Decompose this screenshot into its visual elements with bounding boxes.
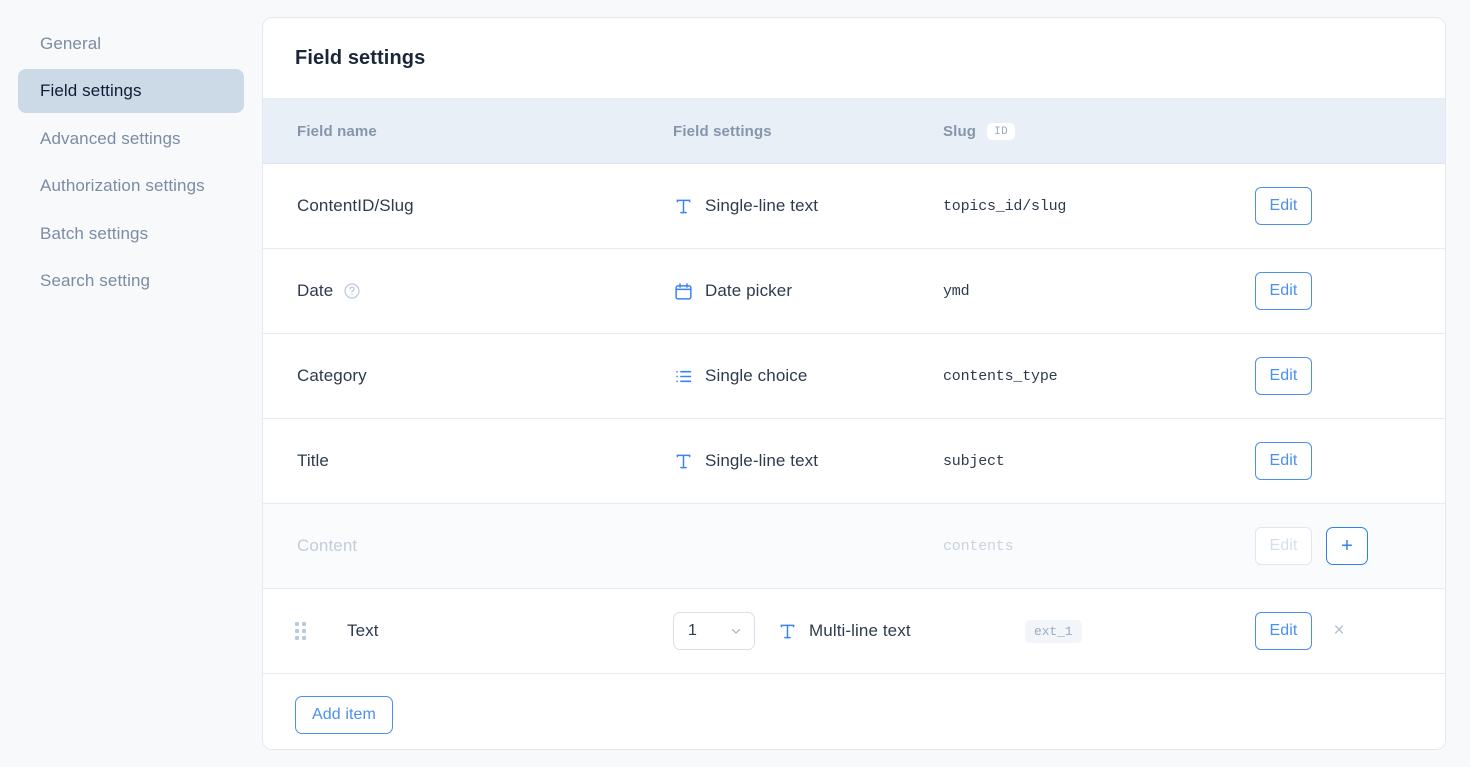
field-name-label: Content [297, 536, 357, 556]
list-icon [673, 366, 694, 387]
row-actions: Edit [1255, 442, 1445, 480]
slug-value: contents_type [943, 368, 1057, 385]
edit-button[interactable]: Edit [1255, 612, 1312, 650]
sidebar-item-label: General [40, 34, 101, 53]
sidebar-item-field-settings[interactable]: Field settings [18, 69, 244, 112]
field-name-label: Category [297, 366, 367, 386]
field-settings-cell: Single choice [673, 366, 943, 387]
table-row: Content contents Edit + [263, 504, 1445, 589]
slug-id-badge: ID [987, 123, 1015, 140]
sidebar-item-authorization-settings[interactable]: Authorization settings [18, 164, 244, 207]
slug-cell: contents [943, 538, 1255, 555]
count-cell: 1 [673, 612, 755, 650]
settings-sidebar: General Field settings Advanced settings… [0, 0, 262, 767]
slug-value: contents [943, 538, 1013, 555]
sidebar-item-advanced-settings[interactable]: Advanced settings [18, 117, 244, 160]
column-header-slug-label: Slug [943, 123, 976, 140]
table-row: Date [263, 249, 1445, 334]
field-name-label: Text [347, 621, 379, 641]
field-name-cell: Content [263, 536, 673, 556]
item-count-value: 1 [688, 622, 697, 640]
field-name-cell: Date [263, 281, 673, 301]
sidebar-item-general[interactable]: General [18, 22, 244, 65]
edit-button: Edit [1255, 527, 1312, 565]
field-type-label: Single-line text [705, 451, 818, 471]
slug-value: ymd [943, 283, 969, 300]
column-header-slug: Slug ID [943, 123, 1015, 140]
page-title: Field settings [295, 47, 425, 70]
slug-cell: subject [943, 453, 1255, 470]
sidebar-item-label: Advanced settings [40, 129, 181, 148]
sidebar-item-label: Authorization settings [40, 176, 205, 195]
sidebar-item-label: Batch settings [40, 224, 148, 243]
field-settings-cell: Single-line text [673, 196, 943, 217]
slug-cell: topics_id/slug [943, 198, 1255, 215]
row-actions: Edit × [1255, 612, 1445, 650]
edit-button[interactable]: Edit [1255, 442, 1312, 480]
slug-value: ext_1 [1025, 620, 1082, 643]
help-icon[interactable] [343, 282, 361, 300]
slug-cell: ymd [943, 283, 1255, 300]
field-type-label: Single choice [705, 366, 807, 386]
app-root: General Field settings Advanced settings… [0, 0, 1470, 767]
row-actions: Edit [1255, 187, 1445, 225]
sidebar-item-label: Field settings [40, 81, 142, 100]
card-footer: Add item [263, 674, 1445, 750]
remove-row-button[interactable]: × [1326, 618, 1352, 644]
field-name-label: ContentID/Slug [297, 196, 414, 216]
chevron-down-icon [729, 624, 743, 638]
slug-cell: contents_type [943, 368, 1255, 385]
row-actions: Edit + [1255, 527, 1445, 565]
slug-cell: ext_1 [1025, 620, 1255, 643]
card-header: Field settings [263, 18, 1445, 99]
field-settings-cell: Single-line text [673, 451, 943, 472]
field-name-cell: Text [315, 621, 673, 641]
sidebar-item-batch-settings[interactable]: Batch settings [18, 212, 244, 255]
field-name-cell: Category [263, 366, 673, 386]
table-row: Category Single choice [263, 334, 1445, 419]
field-settings-cell: Multi-line text [755, 621, 1025, 642]
sidebar-item-label: Search setting [40, 271, 150, 290]
drag-handle-icon[interactable] [295, 622, 306, 640]
main-content: Field settings Field name Field settings… [262, 0, 1470, 767]
calendar-icon [673, 281, 694, 302]
field-name-label: Title [297, 451, 329, 471]
text-type-icon [673, 451, 694, 472]
edit-button[interactable]: Edit [1255, 272, 1312, 310]
drag-handle-cell [263, 622, 315, 640]
text-type-icon [673, 196, 694, 217]
row-actions: Edit [1255, 357, 1445, 395]
column-header-field-settings: Field settings [673, 123, 772, 140]
edit-button[interactable]: Edit [1255, 187, 1312, 225]
field-type-label: Date picker [705, 281, 792, 301]
add-row-button[interactable]: + [1326, 527, 1368, 565]
field-settings-table: Field name Field settings Slug ID [263, 99, 1445, 674]
table-row: ContentID/Slug Single-line text topics_i… [263, 164, 1445, 249]
table-row: Text 1 [263, 589, 1445, 674]
slug-value: subject [943, 453, 1005, 470]
table-row: Title Single-line text subject [263, 419, 1445, 504]
edit-button[interactable]: Edit [1255, 357, 1312, 395]
field-settings-card: Field settings Field name Field settings… [262, 17, 1446, 750]
field-settings-cell: Date picker [673, 281, 943, 302]
field-type-label: Multi-line text [809, 621, 911, 641]
field-name-label: Date [297, 281, 333, 301]
table-header-row: Field name Field settings Slug ID [263, 99, 1445, 164]
slug-value: topics_id/slug [943, 198, 1066, 215]
item-count-select[interactable]: 1 [673, 612, 755, 650]
field-name-cell: ContentID/Slug [263, 196, 673, 216]
column-header-field-name: Field name [297, 123, 377, 140]
text-type-icon [777, 621, 798, 642]
add-item-button[interactable]: Add item [295, 696, 393, 734]
sidebar-nav-list: General Field settings Advanced settings… [0, 22, 262, 303]
field-type-label: Single-line text [705, 196, 818, 216]
sidebar-item-search-setting[interactable]: Search setting [18, 259, 244, 302]
field-name-cell: Title [263, 451, 673, 471]
row-actions: Edit [1255, 272, 1445, 310]
